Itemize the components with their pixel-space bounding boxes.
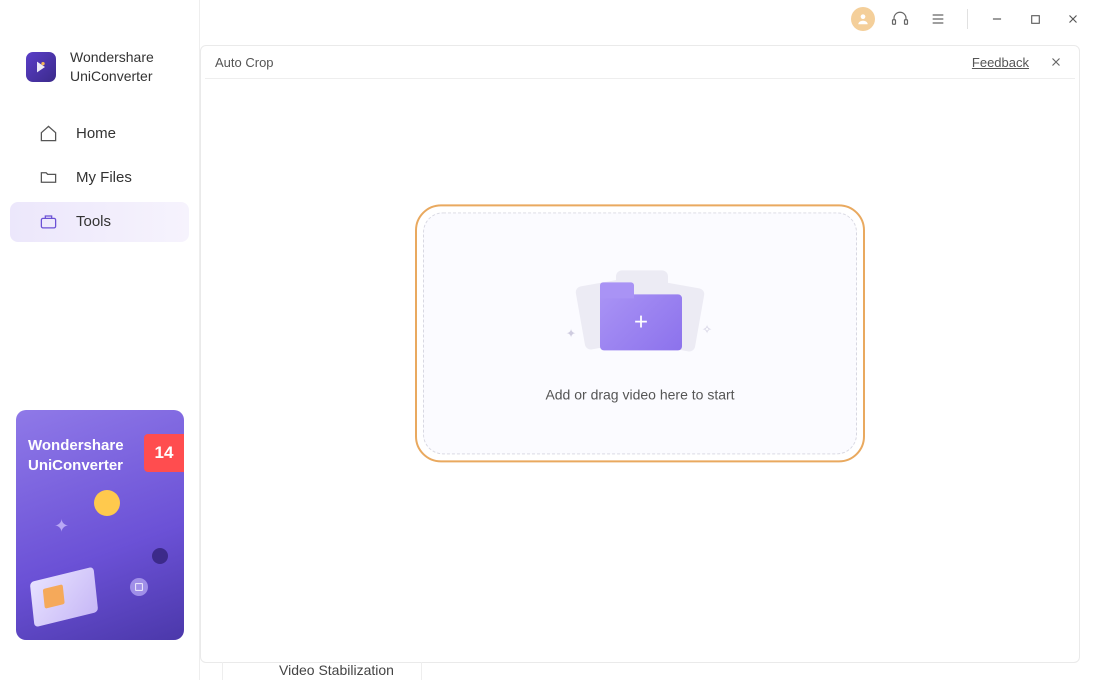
promo-decor-icon <box>152 548 168 564</box>
drop-illustration: + ✦ ✧ <box>570 264 710 354</box>
support-headset-icon[interactable] <box>887 6 913 32</box>
drop-area[interactable]: + ✦ ✧ Add or drag video here to start <box>415 204 865 462</box>
toolbox-icon <box>38 212 58 232</box>
promo-decor-icon <box>94 490 120 516</box>
promo-decor-icon <box>30 567 98 628</box>
hidden-tool-row[interactable]: Video Stabilization <box>222 662 422 680</box>
user-avatar-icon[interactable] <box>851 7 875 31</box>
app-logo-icon <box>26 52 56 82</box>
promo-card[interactable]: Wondershare UniConverter 14 ✦ <box>16 410 184 640</box>
panel-header: Auto Crop Feedback <box>201 46 1079 78</box>
titlebar-divider <box>967 9 968 29</box>
sidebar-nav: Home My Files Tools <box>0 114 199 242</box>
promo-decor-icon <box>130 578 148 596</box>
feedback-link[interactable]: Feedback <box>972 55 1029 70</box>
sparkle-icon: ✦ <box>566 326 576 340</box>
panel-divider <box>205 78 1075 79</box>
sidebar-item-myfiles[interactable]: My Files <box>10 158 189 198</box>
folder-icon <box>38 168 58 188</box>
sparkle-icon: ✧ <box>702 322 712 336</box>
drop-area-inner: + ✦ ✧ Add or drag video here to start <box>423 212 857 454</box>
window-minimize-button[interactable] <box>984 6 1010 32</box>
sidebar: Wondershare UniConverter Home My Files T… <box>0 0 200 680</box>
window-close-button[interactable] <box>1060 6 1086 32</box>
drop-instruction-text: Add or drag video here to start <box>545 386 734 402</box>
home-icon <box>38 124 58 144</box>
window-maximize-button[interactable] <box>1022 6 1048 32</box>
brand-text: Wondershare UniConverter <box>70 48 154 86</box>
brand: Wondershare UniConverter <box>0 0 199 86</box>
drop-area-wrap: + ✦ ✧ Add or drag video here to start <box>415 204 865 462</box>
brand-line1: Wondershare <box>70 48 154 67</box>
menu-hamburger-icon[interactable] <box>925 6 951 32</box>
sidebar-item-home[interactable]: Home <box>10 114 189 154</box>
promo-star-icon: ✦ <box>54 516 69 537</box>
tool-panel: Auto Crop Feedback + ✦ ✧ <box>200 45 1080 663</box>
panel-close-button[interactable] <box>1047 53 1065 71</box>
sidebar-item-tools[interactable]: Tools <box>10 202 189 242</box>
promo-version-badge: 14 <box>144 434 184 472</box>
sidebar-item-label: Tools <box>76 213 111 230</box>
brand-line2: UniConverter <box>70 67 154 86</box>
sidebar-item-label: Home <box>76 125 116 142</box>
tool-label: Video Stabilization <box>279 662 394 678</box>
folder-add-icon: + <box>600 294 682 350</box>
panel-title: Auto Crop <box>215 55 274 70</box>
promo-title-line2: UniConverter <box>28 456 124 476</box>
promo-title-line1: Wondershare <box>28 436 124 456</box>
sidebar-item-label: My Files <box>76 169 132 186</box>
promo-title: Wondershare UniConverter <box>28 436 124 475</box>
titlebar <box>200 0 1096 38</box>
